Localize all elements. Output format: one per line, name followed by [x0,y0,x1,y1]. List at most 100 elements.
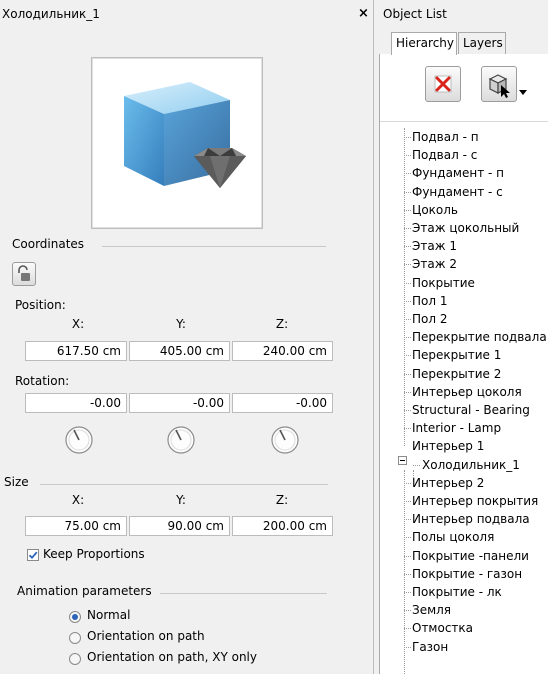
rotation-z-input[interactable]: -0.00 [232,393,333,413]
tree-branch-line [404,483,411,484]
tree-branch-line [404,592,411,593]
rotation-y-input[interactable]: -0.00 [129,393,230,413]
panel-divider[interactable] [373,0,374,674]
tree-item[interactable]: Интерьер покрытия [412,492,538,510]
cube-cursor-icon [488,74,510,98]
radio-normal[interactable] [69,611,81,623]
tree-item-selected-child[interactable]: Холодильник_1 [422,456,520,474]
position-x-input[interactable]: 617.50 cm [25,341,127,361]
tree-branch-line [404,501,411,502]
tree-item[interactable]: Покрытие [412,274,475,292]
position-z-label: Z: [275,317,289,331]
tree-item[interactable]: Перекрытие 1 [412,346,501,364]
tree-item[interactable]: Structural - Bearing [412,401,530,419]
tree-branch-line [404,355,411,356]
tree-scrollbar[interactable] [536,122,548,674]
tree-item[interactable]: Покрытие - лк [412,583,502,601]
size-z-input[interactable]: 200.00 cm [232,516,333,536]
radio-orientation-xy[interactable] [69,653,81,665]
tree-branch-line [404,246,411,247]
animation-section-label: Animation parameters [17,584,152,598]
lock-toggle-button[interactable] [12,262,36,286]
tab-hierarchy[interactable]: Hierarchy [391,32,457,55]
tree-branch-line [413,465,420,466]
animation-divider [160,593,327,594]
radio-normal-label: Normal [87,608,131,622]
tree-item[interactable]: Покрытие -панели [412,547,529,565]
tree-branch-line [404,264,411,265]
tree-branch-line [404,319,411,320]
size-x-label: X: [71,493,85,507]
size-y-input[interactable]: 90.00 cm [129,516,230,536]
tree-item[interactable]: Interior - Lamp [412,419,501,437]
tree-item[interactable]: Перекрытие 2 [412,365,501,383]
tree-item[interactable]: Пол 2 [412,310,447,328]
close-icon[interactable]: × [358,6,369,21]
tree-item[interactable]: Газон [412,638,448,656]
tree-branch-line [404,337,411,338]
tree-branch-line [404,173,411,174]
tree-branch-line [404,610,411,611]
position-y-label: Y: [176,317,186,331]
tree-item[interactable]: Интерьер 1 [412,437,484,455]
tree-item[interactable]: Пол 1 [412,292,447,310]
radio-orientation-on-path-label: Orientation on path [87,629,205,643]
tree-item[interactable]: Фундамент - с [412,183,503,201]
tree-item[interactable]: Подвал - п [412,128,479,146]
object-preview [91,57,263,229]
rotation-z-dial-icon[interactable] [268,423,302,457]
tree-item[interactable]: Перекрытие подвала [412,328,547,346]
tree-branch-line [404,283,411,284]
tree-item[interactable]: Земля [412,601,451,619]
position-z-input[interactable]: 240.00 cm [232,341,333,361]
tab-layers[interactable]: Layers [458,32,506,54]
tree-branch-line [404,537,411,538]
tree-item[interactable]: Интерьер 2 [412,474,484,492]
select-object-button[interactable] [481,66,517,102]
tree-branch-line [404,137,411,138]
tree-item[interactable]: Полы цоколя [412,528,494,546]
tree-item[interactable]: Этаж 2 [412,255,457,273]
tree-item[interactable]: Покрытие - газон [412,565,522,583]
tree-branch-line [404,428,411,429]
hierarchy-toolbar [380,55,548,122]
size-x-input[interactable]: 75.00 cm [25,516,127,536]
radio-orientation-on-path[interactable] [69,632,81,644]
rotation-y-dial-icon[interactable] [164,423,198,457]
keep-proportions-label: Keep Proportions [43,547,145,561]
padlock-icon [18,265,30,281]
position-label: Position: [15,298,66,312]
tree-branch-line [404,155,411,156]
tree-item[interactable]: Этаж цокольный [412,219,519,237]
tree-guide-line [404,128,405,446]
collapse-toggle-icon[interactable] [398,456,407,465]
tree-item[interactable]: Интерьер подвала [412,510,530,528]
size-z-label: Z: [275,493,289,507]
rotation-label: Rotation: [15,374,70,388]
tree-item[interactable]: Отмостка [412,619,473,637]
object-name-title: Холодильник_1 [2,7,100,21]
position-y-input[interactable]: 405.00 cm [129,341,230,361]
tree-branch-line [404,574,411,575]
tree-item[interactable]: Цоколь [412,201,458,219]
position-x-label: X: [71,317,85,331]
tree-item[interactable]: Этаж 1 [412,237,457,255]
tree-item[interactable]: Фундамент - п [412,164,504,182]
size-divider [40,484,328,485]
chevron-down-icon[interactable] [519,90,527,96]
keep-proportions-checkbox[interactable] [27,549,39,561]
tree-item[interactable]: Подвал - с [412,146,477,164]
size-y-label: Y: [176,493,186,507]
rotation-x-dial-icon[interactable] [62,423,96,457]
tree-branch-line [404,519,411,520]
tree-branch-line [404,647,411,648]
delete-button[interactable] [425,66,461,102]
tree-branch-line [404,392,411,393]
tree-branch-line [404,301,411,302]
tree-item[interactable]: Интерьер цоколя [412,383,522,401]
rotation-x-input[interactable]: -0.00 [25,393,127,413]
tree-branch-line [404,410,411,411]
tree-branch-line [404,556,411,557]
object-list-tabs: Hierarchy Layers [379,32,548,55]
delete-x-icon [434,75,452,93]
